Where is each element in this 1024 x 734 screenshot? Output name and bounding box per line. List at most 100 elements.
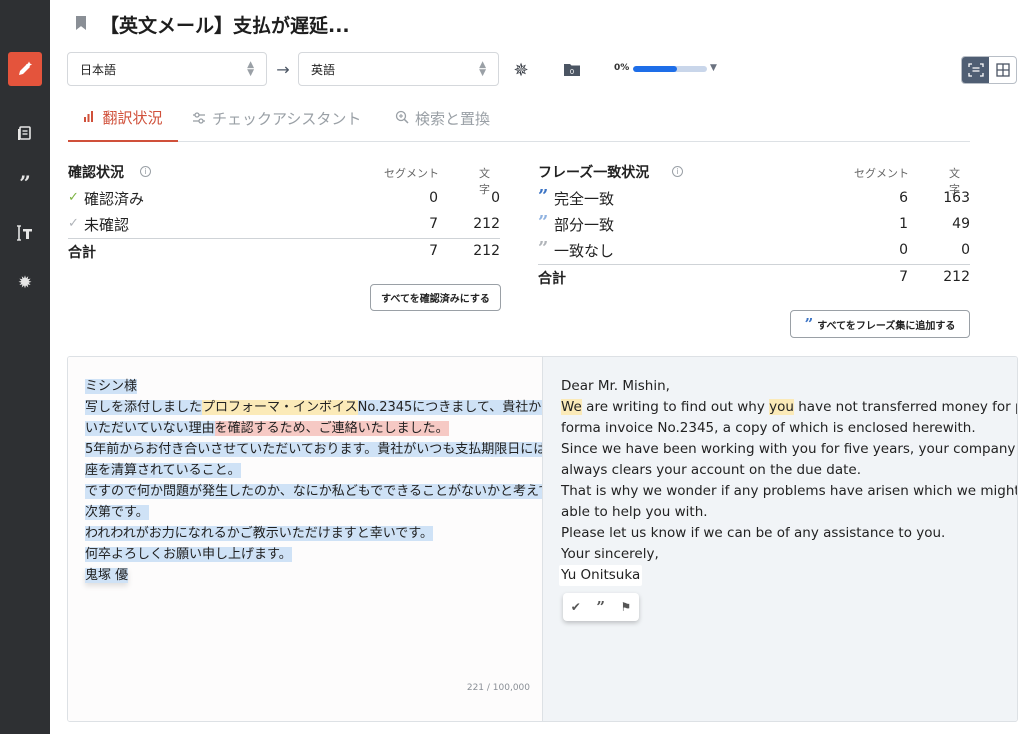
confirm-all-button[interactable]: すべてを確認済みにする <box>370 284 501 311</box>
source-segment[interactable]: 5年前からお付き合いさせていただいております。貴社がいつも支払期限日には口 <box>85 442 560 457</box>
phrase-row-exact: ” 完全一致 6 163 <box>538 186 970 210</box>
target-line: forma invoice No.2345, a copy of which i… <box>561 420 976 436</box>
search-replace-icon <box>395 110 409 128</box>
term-highlight[interactable]: プロフォーマ・インボイス <box>202 400 358 415</box>
tab-bar: 翻訳状況 チェックアシスタント 検索と置換 <box>68 95 970 142</box>
phrase-status-section: フレーズ一致状況 i セグメント 文字 ” 完全一致 6 163 ” 部分一致 … <box>538 162 970 340</box>
row-label: 部分一致 <box>554 216 615 234</box>
list-view-icon[interactable] <box>962 57 989 83</box>
select-arrows-icon: ▲ ▼ <box>247 60 254 78</box>
source-line: いただいていない理由を確認するため、ご連絡いたしました。 <box>85 418 449 439</box>
source-segment[interactable]: 次第です。 <box>85 505 149 520</box>
quote-icon: ” <box>538 212 549 233</box>
divider <box>538 264 970 265</box>
source-line: 5年前からお付き合いさせていただいております。貴社がいつも支払期限日には口 <box>85 439 560 460</box>
quote-icon[interactable]: ” <box>596 598 605 616</box>
segment-count: 6 <box>899 190 908 206</box>
source-segment[interactable]: 写しを添付しました <box>85 400 203 415</box>
source-segment[interactable]: 鬼塚 優 <box>85 568 129 583</box>
source-language-value: 日本語 <box>80 62 117 77</box>
check-icon: ✓ <box>68 190 79 205</box>
edit-icon[interactable] <box>8 52 42 86</box>
document-icon[interactable] <box>8 116 42 150</box>
target-line: We are writing to find out why you have … <box>561 397 1018 418</box>
segment-count: 0 <box>429 190 438 206</box>
phrase-row-none: ” 一致なし 0 0 <box>538 238 970 262</box>
target-pane[interactable]: Dear Mr. Mishin, We are writing to find … <box>542 357 1018 721</box>
arrow-right-icon: → <box>276 59 290 79</box>
view-toggle <box>961 56 1017 84</box>
page-title: 【英文メール】支払が遅延... <box>100 15 350 37</box>
quote-icon: ” <box>538 238 549 259</box>
source-line: 何卒よろしくお願い申し上げます。 <box>85 544 292 565</box>
quote-icon: ” <box>538 186 549 207</box>
target-line-active[interactable]: Yu Onitsuka <box>559 565 643 586</box>
source-segment[interactable]: いただいていない理由 <box>85 421 215 436</box>
char-count: 0 <box>961 242 970 258</box>
phrase-status-heading: フレーズ一致状況 <box>538 165 650 181</box>
flag-icon[interactable]: ⚑ <box>620 600 631 614</box>
partial-match-highlight[interactable]: を確認するため、ご連絡いたしました。 <box>214 421 449 436</box>
status-row-unconfirmed: ✓ 未確認 7 212 <box>68 214 500 236</box>
row-label: 一致なし <box>554 242 615 260</box>
text-cursor-icon[interactable] <box>8 216 42 250</box>
segment-count: 0 <box>899 242 908 258</box>
source-line: 写しを添付しましたプロフォーマ・インボイスNo.2345につきまして、貴社からご… <box>85 397 594 418</box>
total-label: 合計 <box>68 245 96 261</box>
target-text: are writing to find out why <box>581 399 770 415</box>
target-text: have not transferred money for pro- <box>793 399 1018 415</box>
tab-search-replace[interactable]: 検索と置換 <box>395 95 490 142</box>
check-icon: ✓ <box>68 216 79 231</box>
gear-icon[interactable]: ✹ <box>8 266 42 300</box>
source-segment[interactable]: 座を清算されていること。 <box>85 463 241 478</box>
quote-icon: ” <box>804 315 814 333</box>
bug-icon[interactable]: ✵ <box>509 58 533 82</box>
char-counter: 221 / 100,000 <box>466 683 530 693</box>
total-label: 合計 <box>538 271 566 287</box>
check-icon[interactable]: ✔ <box>571 600 581 614</box>
editor-panel: ミシン様 写しを添付しましたプロフォーマ・インボイスNo.2345につきまして、… <box>67 356 1018 722</box>
info-icon[interactable]: i <box>140 166 151 177</box>
term-highlight[interactable]: We <box>561 399 582 415</box>
confirm-status-section: 確認状況 i セグメント 文字 ✓ 確認済み 0 0 ✓ 未確認 7 212 合… <box>68 162 501 312</box>
total-segments: 7 <box>429 243 438 259</box>
source-segment[interactable]: ですので何か問題が発生したのか、なにか私どもでできることがないかと考えている <box>85 484 578 499</box>
source-segment[interactable]: 何卒よろしくお願い申し上げます。 <box>85 547 292 562</box>
target-line: Dear Mr. Mishin, <box>561 378 670 394</box>
bookmark-icon[interactable] <box>76 16 86 30</box>
source-pane[interactable]: ミシン様 写しを添付しましたプロフォーマ・インボイスNo.2345につきまして、… <box>68 357 594 721</box>
svg-text:0: 0 <box>570 68 574 76</box>
quote-icon[interactable]: ” <box>8 166 42 200</box>
target-line: able to help you with. <box>561 504 708 520</box>
char-count: 0 <box>491 190 500 206</box>
column-header-segment: セグメント <box>384 167 439 180</box>
tab-label: チェックアシスタント <box>212 110 362 128</box>
source-line: ですので何か問題が発生したのか、なにか私どもでできることがないかと考えている <box>85 481 578 502</box>
target-line: Your sincerely, <box>561 546 659 562</box>
progress-label: 0% <box>614 63 630 73</box>
progress-fill <box>633 66 678 72</box>
grid-view-icon[interactable] <box>989 57 1016 83</box>
term-highlight[interactable]: you <box>769 399 794 415</box>
info-icon[interactable]: i <box>672 166 683 177</box>
source-language-select[interactable]: 日本語 ▲ ▼ <box>67 52 267 86</box>
folder-icon[interactable]: 0 <box>562 61 582 77</box>
segment-count: 7 <box>429 216 438 232</box>
source-segment[interactable]: ミシン様 <box>85 379 138 394</box>
tab-translation-status[interactable]: 翻訳状況 <box>68 95 178 142</box>
source-line: 鬼塚 優 <box>85 565 129 586</box>
divider <box>68 238 500 239</box>
char-count: 212 <box>473 216 500 232</box>
source-line: 次第です。 <box>85 502 149 523</box>
target-line: Please let us know if we can be of any a… <box>561 525 946 541</box>
tab-check-assistant[interactable]: チェックアシスタント <box>192 95 361 142</box>
source-segment[interactable]: われわれがお力になれるかご教示いただけますと幸いです。 <box>85 526 434 541</box>
sidebar: ” ✹ <box>0 0 50 734</box>
add-all-to-phrases-button[interactable]: ” すべてをフレーズ集に追加する <box>790 310 970 338</box>
tab-label: 翻訳状況 <box>102 109 163 127</box>
chevron-down-icon[interactable]: ▼ <box>710 63 717 73</box>
source-line: 座を清算されていること。 <box>85 460 241 481</box>
select-arrows-icon: ▲ ▼ <box>479 60 486 78</box>
target-language-value: 英語 <box>311 62 336 77</box>
target-language-select[interactable]: 英語 ▲ ▼ <box>298 52 499 86</box>
